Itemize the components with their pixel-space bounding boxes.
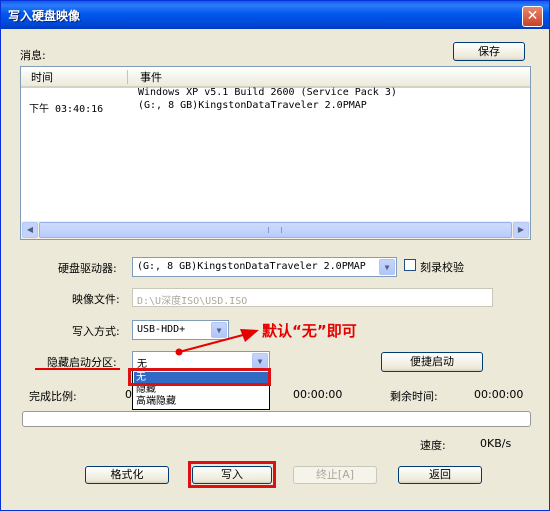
highlight-box <box>188 461 276 488</box>
write-mode-label: 写入方式: <box>72 325 120 338</box>
drive-label: 硬盘驱动器: <box>58 262 117 275</box>
progress-ratio-value: 0 <box>125 388 132 401</box>
column-header-time[interactable]: 时间 <box>31 69 53 85</box>
stop-button: 终止[A] <box>293 466 377 484</box>
image-file-value: D:\U深度ISO\USD.ISO <box>137 296 248 307</box>
messages-label: 消息: <box>20 49 46 62</box>
verify-checkbox[interactable] <box>404 259 416 271</box>
scrollbar-thumb[interactable] <box>39 222 512 238</box>
speed-label: 速度: <box>420 439 446 452</box>
grip-icon <box>268 227 282 233</box>
drive-value: (G:, 8 GB)KingstonDataTraveler 2.0PMAP <box>137 261 366 272</box>
write-disk-image-dialog: 写入硬盘映像 ✕ 消息: 保存 时间 事件 Windows XP v5.1 Bu… <box>0 0 550 511</box>
column-header-event[interactable]: 事件 <box>140 69 162 85</box>
title-bar: 写入硬盘映像 ✕ <box>1 1 549 29</box>
drive-select[interactable]: (G:, 8 GB)KingstonDataTraveler 2.0PMAP ▼ <box>132 257 397 277</box>
message-list[interactable]: 时间 事件 Windows XP v5.1 Build 2600 (Servic… <box>20 66 531 240</box>
horizontal-scrollbar[interactable]: ◀ ▶ <box>21 221 530 239</box>
save-button[interactable]: 保存 <box>453 42 525 61</box>
window-title: 写入硬盘映像 <box>8 9 81 23</box>
remaining-time-label: 剩余时间: <box>390 390 438 403</box>
format-button[interactable]: 格式化 <box>85 466 169 484</box>
list-item-event: Windows XP v5.1 Build 2600 (Service Pack… <box>138 87 397 98</box>
back-button[interactable]: 返回 <box>398 466 482 484</box>
close-button[interactable]: ✕ <box>522 6 543 27</box>
annotation-text: 默认“无”即可 <box>262 322 357 340</box>
image-file-label: 映像文件: <box>72 293 120 306</box>
dropdown-option-high-hide[interactable]: 高端隐藏 <box>134 396 268 408</box>
scroll-right-button[interactable]: ▶ <box>513 222 529 238</box>
chevron-right-icon: ▶ <box>517 225 525 234</box>
list-item-event: (G:, 8 GB)KingstonDataTraveler 2.0PMAP <box>138 100 367 111</box>
column-separator[interactable] <box>127 70 128 84</box>
progress-bar <box>22 411 531 427</box>
verify-label: 刻录校验 <box>420 261 464 274</box>
list-header: 时间 事件 <box>21 67 530 88</box>
close-icon: ✕ <box>526 8 539 24</box>
chevron-left-icon: ◀ <box>26 225 34 234</box>
quick-boot-button[interactable]: 便捷启动 <box>381 352 483 372</box>
annotation-arrow <box>175 329 259 356</box>
remaining-time-value: 00:00:00 <box>474 388 524 401</box>
speed-value: 0KB/s <box>480 437 512 450</box>
chevron-down-icon[interactable]: ▼ <box>379 259 395 275</box>
elapsed-time-value: 00:00:00 <box>293 388 343 401</box>
highlight-box <box>128 368 271 386</box>
label-underline <box>35 368 120 370</box>
list-item-time: 下午 03:40:16 <box>29 104 104 115</box>
scroll-left-button[interactable]: ◀ <box>22 222 38 238</box>
progress-ratio-label: 完成比例: <box>29 390 77 403</box>
image-file-field: D:\U深度ISO\USD.ISO <box>132 288 493 307</box>
